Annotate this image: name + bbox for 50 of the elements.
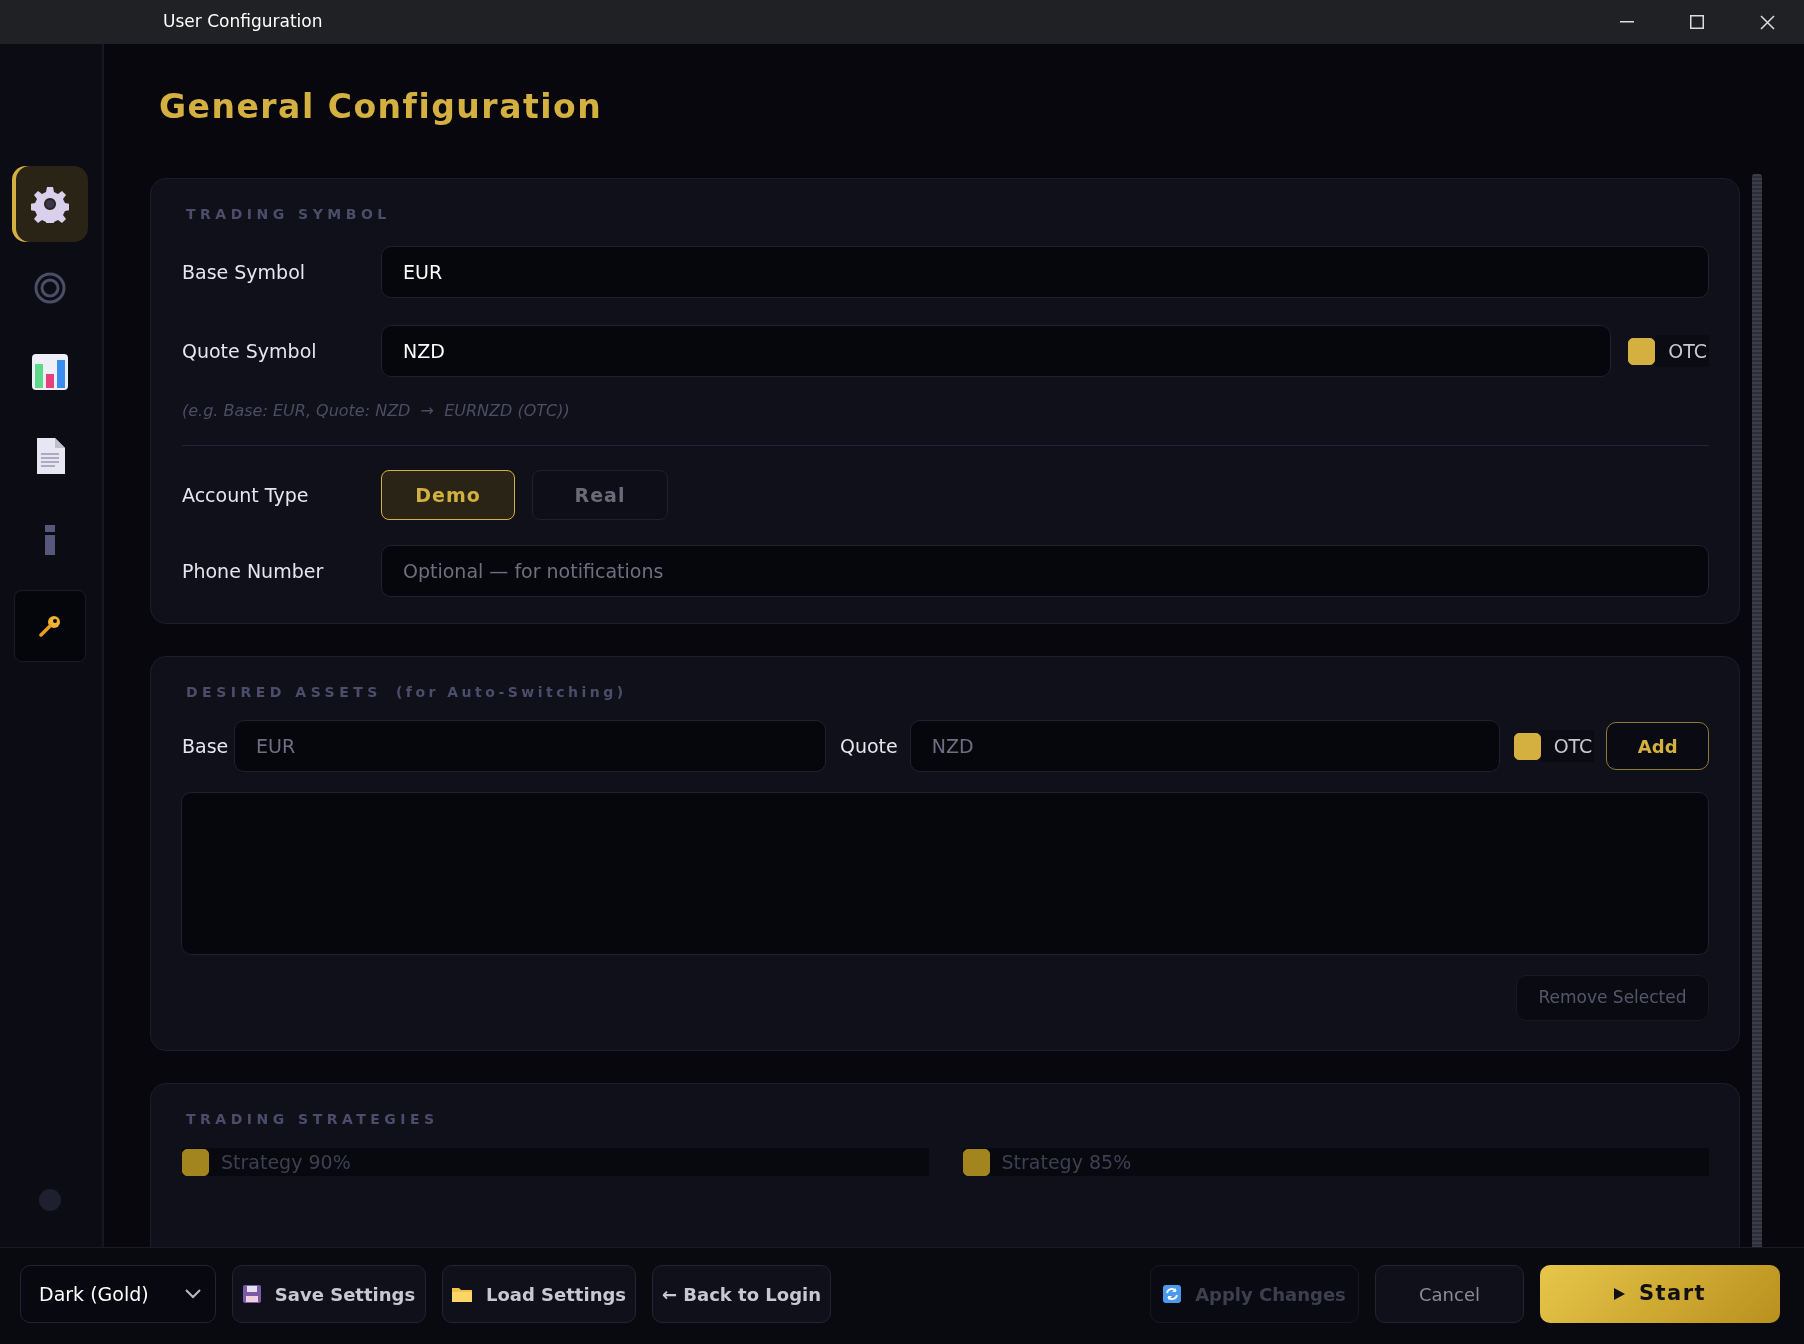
load-button[interactable]: Load Settings	[442, 1265, 636, 1323]
section-subheading: (for Auto-Switching)	[395, 683, 627, 701]
input-field[interactable]: EUR	[234, 720, 826, 772]
checkbox-label: OTC	[1655, 334, 1709, 368]
account-type-tab[interactable]: Demo	[381, 470, 515, 520]
folder-icon	[451, 1286, 472, 1302]
gear-icon	[31, 185, 69, 223]
refresh-icon	[1163, 1285, 1182, 1303]
theme-dropdown[interactable]: Dark (Gold)	[20, 1265, 216, 1323]
start-button[interactable]: Start	[1540, 1265, 1780, 1323]
add-button[interactable]: Add	[1606, 722, 1709, 770]
field-label: Phone Number	[182, 558, 325, 584]
cancel-button[interactable]: Cancel	[1375, 1265, 1524, 1323]
input-field[interactable]: NZD	[909, 720, 1500, 772]
field-label: Quote Symbol	[182, 338, 318, 364]
info-icon	[45, 525, 55, 555]
section-heading: DESIRED ASSETS	[186, 683, 382, 701]
play-icon	[1613, 1288, 1625, 1300]
section-heading: TRADING SYMBOL	[186, 205, 392, 223]
input-field[interactable]: NZD	[381, 325, 1612, 377]
checkbox[interactable]	[1513, 732, 1541, 760]
scrollbar[interactable]	[1752, 174, 1762, 1247]
window-title: User Configuration	[163, 10, 323, 34]
strategy-label: Strategy 85%	[1001, 1149, 1132, 1175]
key-icon	[39, 615, 61, 637]
target-icon	[34, 272, 66, 304]
back-button[interactable]: ← Back to Login	[652, 1265, 831, 1323]
checkbox-label: OTC	[1540, 729, 1595, 763]
chevron-down-icon	[185, 1289, 201, 1299]
bar-chart-icon	[32, 354, 68, 390]
document-icon	[35, 438, 65, 474]
save-button[interactable]: Save Settings	[232, 1265, 426, 1323]
strategy-label: Strategy 90%	[221, 1149, 351, 1175]
input-field[interactable]: EUR	[381, 246, 1709, 298]
sidebar-item[interactable]	[12, 166, 88, 242]
field-label: Base Symbol	[182, 259, 307, 285]
field-label: Account Type	[182, 482, 310, 508]
close-icon[interactable]	[1759, 14, 1775, 30]
field-label: Quote	[839, 733, 898, 759]
input-field[interactable]: Optional — for notifications	[381, 545, 1709, 597]
sidebar-item[interactable]	[14, 590, 86, 662]
maximize-icon[interactable]	[1690, 15, 1704, 29]
page-title: General Configuration	[159, 86, 604, 128]
checkbox[interactable]	[1628, 337, 1656, 365]
status-dot	[39, 1189, 61, 1211]
section-heading: TRADING STRATEGIES	[186, 1110, 440, 1128]
account-type-tab[interactable]: Real	[532, 470, 668, 520]
hint-text: (e.g. Base: EUR, Quote: NZD → EURNZD (OTC))	[182, 400, 570, 422]
field-label: Base	[182, 733, 230, 759]
minimize-icon[interactable]	[1620, 21, 1634, 23]
